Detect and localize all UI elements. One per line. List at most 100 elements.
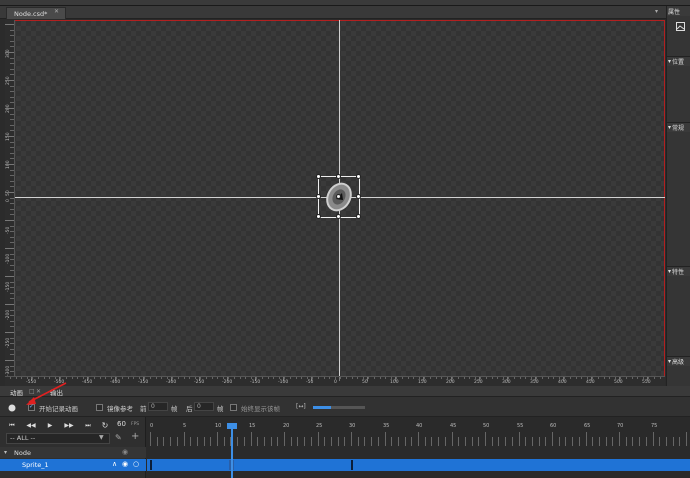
last-frame-icon[interactable]: ⏭: [82, 420, 94, 431]
ruler-tick: [5, 136, 14, 137]
editor-window: Node.csd* ✕ ▾ 300 250 200 150 100 50 0 -…: [0, 0, 690, 478]
timeline-tick: [578, 437, 580, 446]
resize-handle[interactable]: [316, 174, 321, 179]
frame-number: 70: [617, 423, 624, 429]
ruler-label: 350: [530, 380, 539, 385]
timeline-tick: [552, 432, 553, 446]
eye-icon[interactable]: ◉: [122, 448, 128, 456]
ruler-label: 550: [642, 380, 651, 385]
ruler-tick: [110, 377, 112, 379]
frame-number: 75: [651, 423, 658, 429]
ruler-tick: [5, 164, 14, 165]
onion-checkbox[interactable]: [96, 404, 103, 411]
ruler-tick: [10, 197, 14, 199]
ruler-tick: [10, 180, 14, 182]
keyframe-marker[interactable]: [351, 460, 353, 470]
ruler-tick: [10, 259, 14, 261]
pen-icon[interactable]: ✎: [115, 433, 122, 442]
timeline-tick: [304, 437, 306, 446]
ruler-tick: [211, 377, 213, 379]
ruler-tick: [127, 377, 129, 379]
timeline-tick: [351, 432, 352, 446]
timeline-tick: [444, 437, 446, 446]
ruler-tick: [514, 377, 515, 379]
ruler-tick: [413, 377, 415, 379]
timeline-tick: [672, 437, 674, 446]
section-position[interactable]: ▾ 位置: [667, 56, 690, 66]
expand-icon[interactable]: ▾: [4, 449, 7, 456]
frame-number: 45: [450, 423, 457, 429]
timeline-tick: [498, 437, 500, 446]
ruler-tick: [200, 377, 202, 379]
anchor-point[interactable]: [336, 194, 341, 199]
previous-frame-icon[interactable]: ◀◀: [25, 420, 37, 431]
first-frame-icon[interactable]: ⏮: [6, 420, 18, 431]
section-features[interactable]: ▾ 特性: [667, 266, 690, 276]
eye-icon[interactable]: ◉: [122, 460, 128, 468]
timeline-tick: [525, 437, 527, 446]
tree-row-sprite[interactable]: Sprite_1 ∧ ◉ ○: [0, 459, 146, 471]
ruler-tick: [10, 102, 14, 104]
ruler-tick: [21, 377, 23, 379]
before-frames-input[interactable]: 0: [148, 402, 168, 411]
ruler-tick: [10, 57, 14, 59]
ruler-tick: [10, 96, 14, 98]
section-advanced[interactable]: ▾ 高级: [667, 356, 690, 366]
after-frames-input[interactable]: 0: [194, 402, 214, 411]
fps-value[interactable]: 60: [117, 420, 126, 428]
onion-skin-icon[interactable]: [8, 403, 17, 412]
tree-row-node[interactable]: ▾ Node ◉: [0, 447, 146, 458]
play-icon[interactable]: ▶: [44, 420, 56, 431]
resize-handle[interactable]: [356, 174, 361, 179]
resize-handle[interactable]: [336, 214, 341, 219]
resize-handle[interactable]: [356, 194, 361, 199]
ruler-tick: [10, 354, 14, 356]
timeline-tick: [612, 437, 614, 446]
ruler-tick: [558, 377, 560, 379]
timeline-tick: [391, 437, 393, 446]
section-label: 位置: [672, 59, 685, 66]
ruler-label: -350: [138, 380, 149, 385]
close-icon[interactable]: ✕: [54, 9, 60, 15]
ruler-tick: [10, 29, 14, 31]
ruler-tick: [575, 377, 577, 379]
selected-sprite[interactable]: [316, 174, 361, 219]
section-general[interactable]: ▾ 常规: [667, 122, 690, 132]
keyframe-marker[interactable]: [150, 460, 152, 470]
chevron-down-icon[interactable]: ▾: [655, 8, 658, 15]
collapse-icon: ▾: [668, 58, 672, 65]
resize-handle[interactable]: [336, 174, 341, 179]
always-show-checkbox[interactable]: [230, 404, 237, 411]
ruler-tick: [194, 377, 196, 379]
timeline-tick: [397, 437, 399, 446]
ruler-tick: [5, 24, 14, 25]
ruler-label: 300: [502, 380, 511, 385]
ruler-tick: [10, 231, 14, 233]
resize-handle[interactable]: [316, 214, 321, 219]
lock-icon[interactable]: ∧: [112, 460, 117, 468]
add-icon[interactable]: +: [131, 431, 139, 442]
ruler-tick: [10, 225, 14, 227]
resize-handle[interactable]: [356, 214, 361, 219]
ruler-tick: [592, 377, 594, 379]
tree-node-label: Node: [14, 449, 31, 457]
playhead[interactable]: [231, 425, 233, 478]
node-filter-select[interactable]: -- ALL --: [6, 433, 110, 444]
ruler-tick: [122, 377, 123, 379]
timeline-tick: [424, 437, 426, 446]
next-frame-icon[interactable]: ▶▶: [63, 420, 75, 431]
loop-icon[interactable]: ↻: [99, 420, 111, 431]
ruler-tick: [357, 377, 359, 379]
ruler-tick: [178, 377, 179, 379]
circle-icon[interactable]: ○: [133, 460, 139, 468]
resize-handle[interactable]: [316, 194, 321, 199]
timeline-tick: [418, 432, 419, 446]
animation-panel-tabs: 动画 □ ✕ 输出: [0, 386, 690, 397]
timeline-tick: [585, 432, 587, 446]
timeline-tick: [270, 437, 272, 446]
ruler-tick: [234, 377, 235, 379]
fit-range-button[interactable]: [↔]: [296, 403, 306, 410]
ruler-tick: [5, 304, 14, 305]
ruler-label: 0: [334, 380, 337, 385]
timeline-tick: [330, 437, 332, 446]
